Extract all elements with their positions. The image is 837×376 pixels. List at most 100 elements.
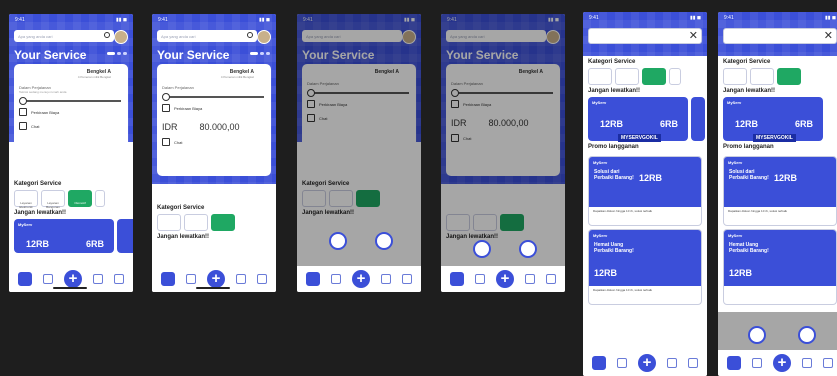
category-cleaning[interactable] [669, 68, 681, 85]
category-electronics[interactable] [588, 68, 612, 85]
chat-icon [162, 138, 170, 146]
status-time: 9:41 [15, 17, 25, 23]
building-shortcut-icon[interactable] [375, 232, 393, 250]
settings-icon[interactable] [687, 358, 698, 368]
settings-icon[interactable] [256, 274, 267, 284]
promo-card[interactable]: MyServ Hemat Uang Perbaiki Barang! 12RB Da… [588, 229, 702, 305]
category-row [583, 68, 707, 85]
wrench-icon[interactable] [235, 274, 246, 284]
category-automotive[interactable] [211, 214, 235, 231]
home-icon[interactable] [450, 272, 465, 286]
home-icon[interactable] [306, 272, 321, 286]
promo-headline: Solusi dari Perbaiki Barang! [594, 169, 634, 181]
search-input[interactable]: ✕ [588, 28, 702, 44]
settings-icon[interactable] [113, 274, 124, 284]
add-button[interactable]: + [495, 270, 514, 288]
cleaning-shortcut-icon[interactable] [748, 326, 766, 344]
promo-banner: MyServ Hemat Uang Perbaiki Barang! 12RB [724, 230, 836, 286]
promo-heading: Jangan lewatkan!! [157, 234, 210, 240]
close-icon[interactable]: ✕ [824, 29, 833, 42]
category-electronics[interactable] [157, 214, 181, 231]
add-button[interactable]: + [351, 270, 370, 288]
add-button[interactable]: + [637, 354, 656, 372]
promo-ticket[interactable]: MyServ 12RB 6RB MYSERVGOKIL [588, 97, 688, 142]
wrench-icon[interactable] [92, 274, 103, 284]
home-icon[interactable] [18, 272, 33, 286]
page-title: Your Service [157, 48, 230, 62]
category-cleaning[interactable] [95, 190, 105, 207]
category-automotive[interactable] [777, 68, 801, 85]
category-building[interactable]: Layanan Bangunan [41, 190, 65, 209]
category-automotive[interactable]: Otomotif [68, 190, 92, 207]
wrench-icon[interactable] [380, 274, 391, 284]
home-icon[interactable] [161, 272, 176, 286]
add-button[interactable]: + [63, 270, 82, 288]
promo-card[interactable]: MyServ Hemat Uang Perbaiki Barang! 12RB [723, 229, 837, 305]
promo-banner: MyServ Solusi dari Perbaiki Barang! 12RB [589, 157, 701, 207]
status-bar: 9:41 ▮▮ ◼ [583, 12, 707, 24]
service-card[interactable]: Bengkel A 4 Pemeran milik Bengkel Dalam … [157, 64, 271, 176]
settings-icon[interactable] [401, 274, 412, 284]
receipt-icon [162, 104, 170, 112]
search-input[interactable]: Apa yang anda cari [14, 30, 114, 42]
estimate-row[interactable]: Perkiraan Biaya [162, 104, 266, 112]
home-icon[interactable] [592, 356, 607, 370]
avatar[interactable] [257, 30, 271, 44]
overlay[interactable] [297, 14, 421, 292]
wrench-icon[interactable] [666, 358, 677, 368]
bottom-nav: + [152, 266, 276, 292]
message-icon[interactable] [186, 274, 197, 284]
chat-row[interactable]: Chat [19, 122, 123, 130]
home-icon[interactable] [727, 356, 742, 370]
promo-card[interactable]: MyServ Solusi dari Perbaiki Barang! 12RB D… [588, 156, 702, 226]
settings-icon[interactable] [822, 358, 833, 368]
category-row: Layanan Elektronik Layanan Bangunan Otom… [9, 190, 133, 209]
message-icon[interactable] [475, 274, 486, 284]
estimate-row[interactable]: Perkiraan Biaya [19, 108, 123, 116]
category-building[interactable] [184, 214, 208, 231]
promo-ticket-next[interactable] [117, 219, 133, 253]
service-card[interactable]: Bengkel A 4 Pemeran milik Bengkel Dalam … [14, 64, 128, 154]
promo-ticket[interactable]: MyServ 12RB 6RB [14, 219, 114, 253]
category-electronics[interactable]: Layanan Elektronik [14, 190, 38, 209]
add-button[interactable]: + [206, 270, 225, 288]
chat-row[interactable]: Chat [162, 138, 266, 146]
bottom-nav: + [297, 266, 421, 292]
promo-ticket[interactable]: MyServ 12RB 6RB MYSERVGOKIL [723, 97, 823, 142]
promo-ticket-next[interactable] [691, 97, 705, 141]
building-shortcut-icon[interactable] [519, 240, 537, 258]
cleaning-shortcut-icon[interactable] [329, 232, 347, 250]
building-shortcut-icon[interactable] [798, 326, 816, 344]
overlay[interactable] [441, 14, 565, 292]
wrench-icon[interactable] [524, 274, 535, 284]
message-icon[interactable] [43, 274, 54, 284]
message-icon[interactable] [331, 274, 342, 284]
promo-heading: Jangan lewatkan!! [588, 88, 641, 94]
brand-label: MyServ [592, 100, 607, 105]
category-electronics[interactable] [723, 68, 747, 85]
add-button[interactable]: + [772, 354, 791, 372]
category-building[interactable] [750, 68, 774, 85]
category-label: Layanan Elektronik [19, 201, 33, 209]
phone-screen-6: 9:41 ▮▮ ◼ ✕ Kategori Service Jangan lewat… [718, 12, 837, 376]
category-building[interactable] [615, 68, 639, 85]
cleaning-shortcut-icon[interactable] [473, 240, 491, 258]
estimate-label: Perkiraan Biaya [174, 105, 203, 111]
message-icon[interactable] [752, 358, 763, 368]
header: 9:41 ▮▮ ◼ ✕ [718, 12, 837, 56]
phone-screen-1: 9:41 ▮▮ ◼ Apa yang anda cari Your Service… [9, 14, 133, 292]
close-icon[interactable]: ✕ [689, 29, 698, 42]
search-input[interactable]: Apa yang anda cari [157, 30, 257, 42]
category-automotive[interactable] [642, 68, 666, 85]
category-row [718, 68, 837, 85]
category-heading: Kategori Service [588, 59, 636, 65]
category-heading: Kategori Service [157, 205, 205, 211]
avatar[interactable] [114, 30, 128, 44]
promo-card[interactable]: MyServ Solusi dari Perbaiki Barang! 12RB D… [723, 156, 837, 226]
message-icon[interactable] [617, 358, 628, 368]
promo-carousel: MyServ 12RB 6RB MYSERVGOKIL [718, 97, 837, 142]
settings-icon[interactable] [545, 274, 556, 284]
wrench-icon[interactable] [801, 358, 812, 368]
search-input[interactable]: ✕ [723, 28, 837, 44]
receipt-icon [19, 108, 27, 116]
